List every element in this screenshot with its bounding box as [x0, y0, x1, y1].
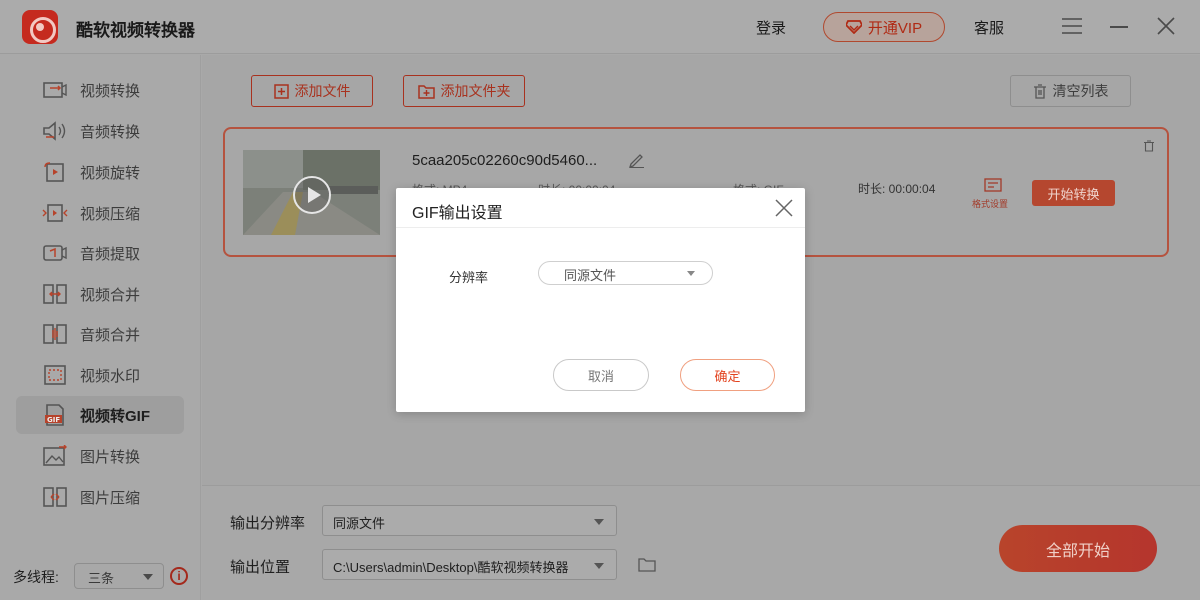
add-folder-label: 添加文件夹 — [440, 83, 511, 99]
resolution-select[interactable]: 同源文件 — [538, 261, 713, 285]
sidebar-item-video-rotate[interactable]: 视频旋转 — [16, 153, 184, 191]
confirm-button[interactable]: 确定 — [680, 359, 775, 391]
sidebar-item-audio-extract[interactable]: 音频提取 — [16, 234, 184, 272]
delete-icon[interactable] — [1143, 140, 1155, 152]
file-name: 5caa205c02260c90d5460... — [412, 152, 598, 169]
add-folder-icon — [417, 84, 435, 99]
sidebar-item-audio-convert[interactable]: 音频转换 — [16, 112, 184, 150]
sidebar-item-image-convert[interactable]: 图片转换 — [16, 437, 184, 475]
sidebar-item-video-watermark[interactable]: 视频水印 — [16, 356, 184, 394]
clear-list-label: 清空列表 — [1052, 83, 1109, 99]
audio-extract-icon — [43, 245, 67, 261]
threads-value: 三条 — [88, 571, 115, 586]
sidebar-item-video-convert[interactable]: 视频转换 — [16, 71, 184, 109]
chevron-down-icon — [687, 271, 695, 276]
sidebar-item-audio-merge[interactable]: 音频合并 — [16, 315, 184, 353]
diamond-icon — [845, 20, 862, 34]
sidebar-item-label: 音频提取 — [80, 245, 141, 263]
audio-convert-icon — [43, 121, 66, 141]
sidebar-item-label: 音频合并 — [80, 326, 141, 344]
output-resolution-label: 输出分辨率 — [230, 515, 306, 532]
info-icon[interactable]: i — [170, 567, 188, 585]
app-logo-icon — [22, 10, 58, 44]
add-file-label: 添加文件 — [294, 83, 351, 99]
edit-icon[interactable] — [628, 152, 646, 168]
sidebar-item-video-to-gif[interactable]: GIF 视频转GIF — [16, 396, 184, 434]
image-convert-icon — [43, 445, 67, 466]
output-location-value: C:\Users\admin\Desktop\酷软视频转换器 — [333, 560, 569, 575]
sidebar-item-label: 视频旋转 — [80, 164, 141, 182]
sidebar-item-label: 图片压缩 — [80, 489, 141, 507]
add-file-icon — [273, 83, 289, 99]
video-watermark-icon — [44, 365, 66, 385]
menu-icon[interactable] — [1062, 18, 1082, 34]
app-title: 酷软视频转换器 — [76, 21, 195, 40]
add-folder-button[interactable]: 添加文件夹 — [403, 75, 525, 107]
sidebar-item-label: 视频转换 — [80, 82, 141, 100]
sidebar-item-label: 音频转换 — [80, 123, 141, 141]
sidebar-item-label: 视频转GIF — [80, 407, 150, 425]
sidebar-item-video-merge[interactable]: 视频合并 — [16, 275, 184, 313]
output-location-select[interactable]: C:\Users\admin\Desktop\酷软视频转换器 — [322, 549, 617, 580]
resolution-label: 分辨率 — [449, 270, 489, 285]
video-rotate-icon — [44, 162, 64, 182]
sidebar-item-label: 视频合并 — [80, 286, 141, 304]
close-window-icon[interactable] — [1156, 16, 1176, 36]
play-icon[interactable] — [293, 176, 331, 214]
vip-button[interactable]: 开通VIP — [823, 12, 945, 42]
customer-service-link[interactable]: 客服 — [974, 17, 1004, 38]
dialog-title: GIF输出设置 — [412, 205, 503, 222]
gif-output-settings-dialog: GIF输出设置 分辨率 同源文件 取消 确定 — [396, 188, 805, 412]
vip-label: 开通VIP — [867, 19, 923, 37]
start-all-button[interactable]: 全部开始 — [999, 525, 1157, 572]
output-resolution-value: 同源文件 — [333, 516, 386, 531]
folder-icon[interactable] — [638, 558, 656, 572]
resolution-value: 同源文件 — [564, 268, 617, 283]
settings-icon[interactable] — [984, 178, 1002, 192]
start-convert-button[interactable]: 开始转换 — [1032, 180, 1115, 206]
video-convert-icon — [43, 82, 67, 98]
close-icon[interactable] — [774, 198, 794, 218]
gif-icon: GIF — [45, 404, 64, 426]
chevron-down-icon — [594, 563, 604, 569]
clear-list-button[interactable]: 清空列表 — [1010, 75, 1131, 107]
sidebar-item-video-compress[interactable]: 视频压缩 — [16, 194, 184, 232]
sidebar-item-label: 视频压缩 — [80, 205, 141, 223]
cancel-button[interactable]: 取消 — [553, 359, 649, 391]
dialog-header: GIF输出设置 — [396, 188, 805, 228]
image-compress-icon — [43, 487, 67, 507]
chevron-down-icon — [594, 519, 604, 525]
login-link[interactable]: 登录 — [756, 17, 786, 38]
output-duration: 时长: 00:00:04 — [858, 182, 936, 196]
sidebar-item-label: 图片转换 — [80, 448, 141, 466]
trash-icon — [1033, 83, 1046, 99]
output-location-label: 输出位置 — [230, 559, 291, 576]
audio-merge-icon — [43, 324, 67, 344]
sidebar-item-label: 视频水印 — [80, 367, 141, 385]
threads-select[interactable]: 三条 — [74, 563, 164, 589]
sidebar-item-image-compress[interactable]: 图片压缩 — [16, 478, 184, 516]
format-settings-button[interactable]: 格式设置 — [972, 197, 1008, 210]
video-compress-icon — [42, 204, 68, 222]
output-resolution-select[interactable]: 同源文件 — [322, 505, 617, 536]
threads-label: 多线程: — [13, 569, 59, 585]
svg-text:GIF: GIF — [47, 416, 60, 424]
add-file-button[interactable]: 添加文件 — [251, 75, 373, 107]
chevron-down-icon — [143, 574, 153, 580]
video-merge-icon — [43, 284, 67, 304]
minimize-icon[interactable] — [1110, 26, 1128, 28]
title-bar: 酷软视频转换器 登录 开通VIP 客服 — [0, 0, 1200, 54]
